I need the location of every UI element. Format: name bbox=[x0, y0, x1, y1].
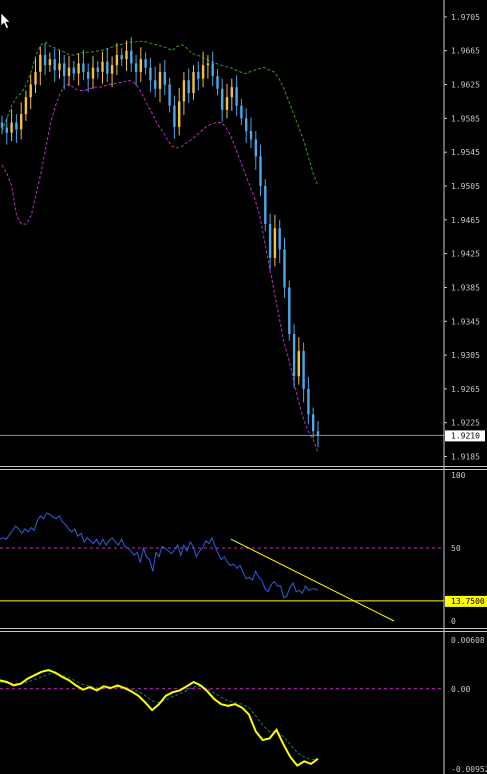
chart-window: 1.9705 1.9665 1.9625 1.9585 1.9545 1.9505 1.94… bbox=[0, 0, 487, 774]
candle-body bbox=[312, 414, 315, 432]
candle-body bbox=[197, 71, 200, 79]
candle-body bbox=[10, 122, 13, 133]
candle-body bbox=[178, 101, 181, 127]
price-tick-label: 1.9185 bbox=[451, 453, 480, 462]
candle-body bbox=[235, 87, 238, 106]
price-tick-label: 1.9665 bbox=[451, 47, 480, 56]
candle-body bbox=[149, 67, 152, 81]
price-tick-label: 1.9585 bbox=[451, 114, 480, 123]
candle-body bbox=[307, 388, 310, 415]
candle-body bbox=[134, 63, 138, 72]
candle-body bbox=[82, 63, 85, 72]
candle-body bbox=[0, 122, 4, 128]
candle-body bbox=[273, 228, 277, 258]
candle-body bbox=[225, 97, 229, 110]
candle-body bbox=[43, 55, 47, 66]
candle-body bbox=[24, 97, 28, 115]
candle-body bbox=[87, 71, 90, 79]
candle-body bbox=[259, 156, 262, 186]
candle-body bbox=[158, 71, 162, 89]
candle-body bbox=[316, 431, 320, 436]
macd-tick-label: 0.00 bbox=[451, 685, 470, 694]
oscillator-panel: 100 50 0 13.7500 bbox=[0, 471, 487, 626]
candle-body bbox=[292, 334, 296, 377]
arrow-cursor-icon bbox=[0, 12, 11, 29]
candle-body bbox=[278, 228, 281, 250]
candle-body bbox=[96, 67, 99, 72]
macd-tick-label: 0.00608 bbox=[451, 636, 485, 645]
price-tick-label: 1.9425 bbox=[451, 250, 480, 259]
price-tick-label: 1.9505 bbox=[451, 182, 480, 191]
price-tick-label: 1.9305 bbox=[451, 351, 480, 360]
price-tick-label: 1.9465 bbox=[451, 216, 480, 225]
candle-body bbox=[15, 122, 18, 130]
oscillator-line bbox=[0, 512, 319, 599]
candle-body bbox=[268, 224, 272, 258]
candle-body bbox=[211, 63, 214, 77]
candle-body bbox=[297, 350, 300, 377]
candle-body bbox=[187, 80, 190, 93]
candle-body bbox=[182, 80, 186, 102]
price-tick-label: 1.9225 bbox=[451, 419, 480, 428]
candle-body bbox=[144, 59, 147, 68]
macd-line bbox=[0, 669, 319, 767]
price-tick-label: 1.9705 bbox=[451, 13, 480, 22]
candle-body bbox=[216, 76, 219, 89]
candle-body bbox=[283, 249, 286, 288]
candle-body bbox=[249, 131, 253, 140]
candle-body bbox=[254, 139, 257, 157]
candle-body bbox=[20, 114, 23, 130]
level-value-label: 13.7500 bbox=[451, 597, 485, 606]
candle-body bbox=[5, 127, 8, 133]
candle-body bbox=[288, 287, 291, 334]
price-tick-label: 1.9545 bbox=[451, 148, 480, 157]
candle-body bbox=[206, 63, 210, 66]
oscillator-tick-label: 0 bbox=[451, 617, 456, 626]
candle-body bbox=[77, 63, 80, 74]
oscillator-tick-label: 100 bbox=[451, 471, 466, 480]
candle-body bbox=[192, 71, 195, 93]
signal-line bbox=[0, 672, 318, 761]
candle-body bbox=[264, 186, 267, 224]
candle-body bbox=[163, 71, 166, 85]
macd-tick-label: -0.00952 bbox=[451, 765, 487, 774]
candle-body bbox=[48, 59, 52, 66]
price-tick-label: 1.9385 bbox=[451, 283, 480, 292]
candle-body bbox=[115, 55, 119, 66]
candle-body bbox=[139, 59, 142, 72]
candle-body bbox=[67, 67, 71, 77]
candle-body bbox=[154, 80, 157, 89]
candle-body bbox=[72, 67, 75, 74]
candle-body bbox=[101, 61, 104, 72]
candle-body bbox=[201, 65, 205, 79]
price-tick-label: 1.9625 bbox=[451, 81, 480, 90]
price-tick-label: 1.9345 bbox=[451, 317, 480, 326]
candle-body bbox=[53, 59, 56, 71]
candle-body bbox=[120, 55, 123, 60]
price-panel: 1.9705 1.9665 1.9625 1.9585 1.9545 1.9505 1.94… bbox=[0, 13, 485, 462]
candle-body bbox=[130, 50, 133, 64]
oscillator-tick-label: 50 bbox=[451, 544, 461, 553]
candle-body bbox=[125, 50, 128, 60]
candle-body bbox=[240, 105, 243, 119]
candle-body bbox=[221, 88, 224, 110]
candle-body bbox=[58, 63, 61, 71]
candle-body bbox=[230, 87, 233, 98]
macd-panel: 0.00608 0.00 -0.00952 bbox=[0, 636, 487, 774]
candle-body bbox=[34, 71, 37, 85]
candle-body bbox=[173, 105, 176, 127]
current-price-label: 1.9210 bbox=[451, 431, 480, 440]
candle-body bbox=[168, 84, 171, 106]
candle-body bbox=[302, 350, 305, 389]
candle-body bbox=[63, 63, 66, 77]
candle-body bbox=[110, 65, 114, 74]
candle-body bbox=[91, 67, 95, 79]
candle-body bbox=[39, 55, 42, 72]
candle-body bbox=[245, 118, 248, 132]
price-tick-label: 1.9265 bbox=[451, 385, 480, 394]
candle-body bbox=[106, 61, 109, 74]
candle-body bbox=[29, 84, 32, 98]
trend-line bbox=[230, 538, 395, 622]
